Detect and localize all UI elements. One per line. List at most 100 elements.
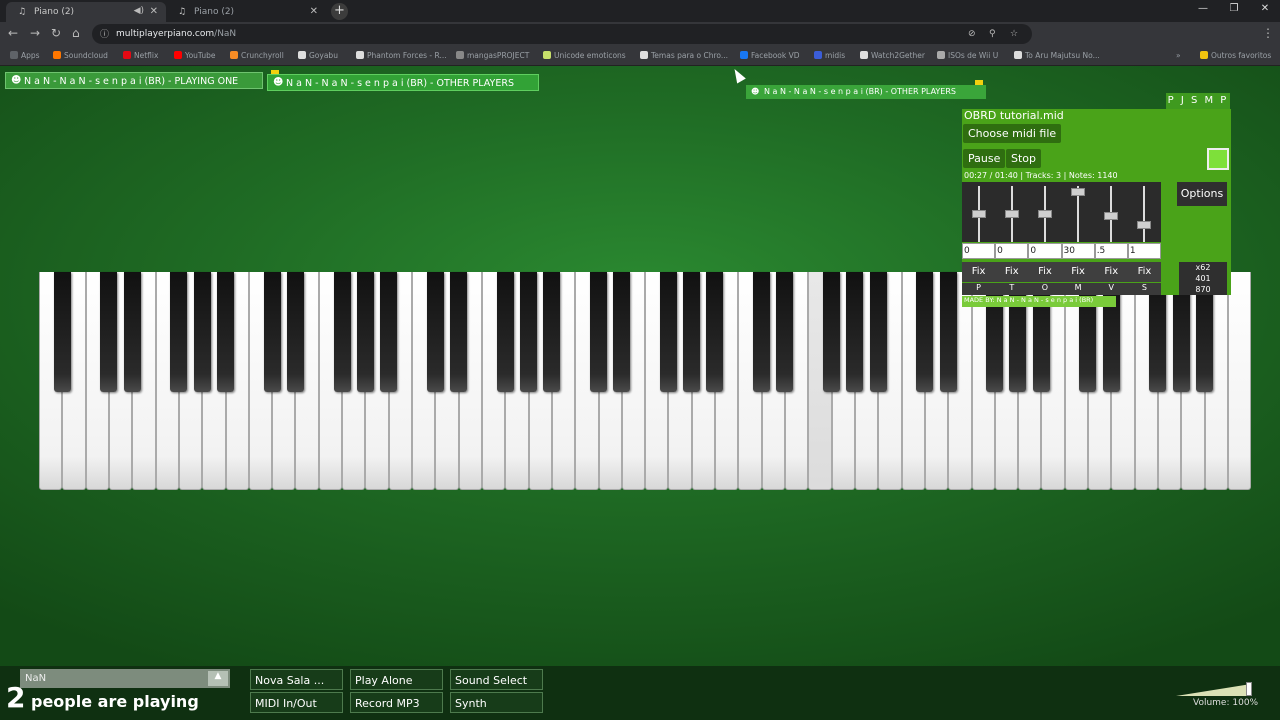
black-key[interactable] xyxy=(939,272,957,392)
sound-select-button[interactable]: Sound Select xyxy=(450,669,543,690)
black-key[interactable] xyxy=(519,272,537,392)
black-key[interactable] xyxy=(846,272,864,392)
options-button[interactable]: Options xyxy=(1177,182,1227,206)
bookmark-outros[interactable]: Outros favoritos xyxy=(1200,51,1271,60)
fix-o-button[interactable]: Fix xyxy=(1028,262,1061,282)
arrow-up-icon[interactable]: ▲ xyxy=(208,671,228,686)
bookmark-netflix[interactable]: Netflix xyxy=(123,51,158,60)
status-indicator[interactable] xyxy=(1207,148,1229,170)
bookmarks-overflow-icon[interactable]: » xyxy=(1176,51,1181,60)
close-window-icon[interactable]: ✕ xyxy=(1250,3,1280,14)
speaker-icon[interactable]: ◀) xyxy=(134,6,144,16)
black-key[interactable] xyxy=(706,272,724,392)
black-key[interactable] xyxy=(216,272,234,392)
black-key[interactable] xyxy=(333,272,351,392)
bookmark-temas[interactable]: Temas para o Chro... xyxy=(640,51,728,60)
synth-button[interactable]: Synth xyxy=(450,692,543,713)
black-key[interactable] xyxy=(822,272,840,392)
volume-knob[interactable] xyxy=(1246,682,1252,696)
fix-t-button[interactable]: Fix xyxy=(995,262,1028,282)
bookmark-unicode[interactable]: Unicode emoticons xyxy=(543,51,626,60)
close-tab-icon[interactable]: ✕ xyxy=(150,6,158,17)
slider-thumb[interactable] xyxy=(971,210,986,219)
home-icon[interactable]: ⌂ xyxy=(72,26,80,40)
black-key[interactable] xyxy=(613,272,631,392)
t-value-input[interactable]: 0 xyxy=(995,243,1029,259)
slider-thumb[interactable] xyxy=(1104,212,1119,221)
o-value-input[interactable]: 0 xyxy=(1028,243,1062,259)
star-icon[interactable]: ☆ xyxy=(1010,29,1018,39)
black-key[interactable] xyxy=(170,272,188,392)
black-key[interactable] xyxy=(543,272,561,392)
black-key[interactable] xyxy=(450,272,468,392)
minimize-icon[interactable]: — xyxy=(1188,3,1218,14)
bookmark-toaru[interactable]: To Aru Majutsu No... xyxy=(1014,51,1100,60)
bookmark-mangasproject[interactable]: mangasPROJECT xyxy=(456,51,529,60)
slider-thumb[interactable] xyxy=(1004,210,1019,219)
bookmark-youtube[interactable]: YouTube xyxy=(174,51,216,60)
black-key[interactable] xyxy=(356,272,374,392)
bookmark-goyabu[interactable]: Goyabu xyxy=(298,51,338,60)
player-tag-other-players[interactable]: ☻ N a N - N a N - s e n p a i (BR) - OTH… xyxy=(267,74,539,91)
record-mp3-button[interactable]: Record MP3 xyxy=(350,692,443,713)
restore-icon[interactable]: ❐ xyxy=(1219,3,1249,14)
info-icon[interactable]: ⓘ xyxy=(100,27,109,40)
slider-thumb[interactable] xyxy=(1037,210,1052,219)
black-key[interactable] xyxy=(380,272,398,392)
black-key[interactable] xyxy=(869,272,887,392)
s-value-input[interactable]: 1 xyxy=(1127,243,1162,259)
black-key[interactable] xyxy=(683,272,701,392)
choose-midi-button[interactable]: Choose midi file xyxy=(963,124,1062,143)
volume-slider[interactable] xyxy=(1176,682,1254,696)
close-tab-icon[interactable]: ✕ xyxy=(310,6,318,17)
forward-icon[interactable]: → xyxy=(30,26,40,40)
black-key[interactable] xyxy=(776,272,794,392)
stop-button[interactable]: Stop xyxy=(1006,149,1042,168)
bookmark-facebook[interactable]: Facebook VD xyxy=(740,51,800,60)
black-key[interactable] xyxy=(589,272,607,392)
black-key[interactable] xyxy=(123,272,141,392)
black-key[interactable] xyxy=(659,272,677,392)
black-key[interactable] xyxy=(100,272,118,392)
fix-v-button[interactable]: Fix xyxy=(1095,262,1128,282)
play-alone-button[interactable]: Play Alone xyxy=(350,669,443,690)
tab-piano-2[interactable]: ♫ Piano (2) ✕ xyxy=(166,2,326,22)
bookmark-phantom-forces[interactable]: Phantom Forces - R... xyxy=(356,51,447,60)
slider-thumb[interactable] xyxy=(1137,221,1152,230)
fix-s-button[interactable]: Fix xyxy=(1128,262,1161,282)
black-key[interactable] xyxy=(53,272,71,392)
bookmark-watch2gether[interactable]: Watch2Gether xyxy=(860,51,925,60)
v-value-input[interactable]: .5 xyxy=(1094,243,1128,259)
pause-button[interactable]: Pause xyxy=(963,149,1006,168)
tab-piano-active[interactable]: ♫ Piano (2) ◀) ✕ xyxy=(6,2,166,22)
midi-inout-button[interactable]: MIDI In/Out xyxy=(250,692,343,713)
white-key[interactable] xyxy=(1227,272,1252,490)
black-key[interactable] xyxy=(916,272,934,392)
new-tab-button[interactable]: + xyxy=(331,3,348,20)
player-name-input[interactable]: NaN xyxy=(20,669,230,688)
black-key[interactable] xyxy=(496,272,514,392)
fix-p-button[interactable]: Fix xyxy=(962,262,995,282)
black-key[interactable] xyxy=(263,272,281,392)
m-value-input[interactable]: 30 xyxy=(1061,243,1095,259)
black-key[interactable] xyxy=(753,272,771,392)
back-icon[interactable]: ← xyxy=(8,26,18,40)
bookmark-midis[interactable]: midis xyxy=(814,51,845,60)
bookmark-isos[interactable]: ISOs de Wii U xyxy=(937,51,998,60)
zoom-icon[interactable]: ⚲ xyxy=(989,29,996,39)
blocked-icon[interactable]: ⊘ xyxy=(968,29,976,39)
slider-thumb[interactable] xyxy=(1071,188,1086,197)
black-key[interactable] xyxy=(193,272,211,392)
new-room-button[interactable]: Nova Sala ... xyxy=(250,669,343,690)
black-key[interactable] xyxy=(426,272,444,392)
bookmark-soundcloud[interactable]: Soundcloud xyxy=(53,51,108,60)
reload-icon[interactable]: ↻ xyxy=(51,26,61,40)
fix-m-button[interactable]: Fix xyxy=(1062,262,1095,282)
bookmark-apps[interactable]: Apps xyxy=(10,51,40,60)
player-tag-playing-one[interactable]: ☻ N a N - N a N - s e n p a i (BR) - PLA… xyxy=(5,72,263,89)
menu-dots-icon[interactable]: ⋮ xyxy=(1262,26,1274,40)
address-bar[interactable]: ⓘ multiplayerpiano.com/NaN ⊘ ⚲ ☆ xyxy=(92,24,1032,44)
p-value-input[interactable]: 0 xyxy=(962,243,996,259)
black-key[interactable] xyxy=(286,272,304,392)
bookmark-crunchyroll[interactable]: Crunchyroll xyxy=(230,51,284,60)
